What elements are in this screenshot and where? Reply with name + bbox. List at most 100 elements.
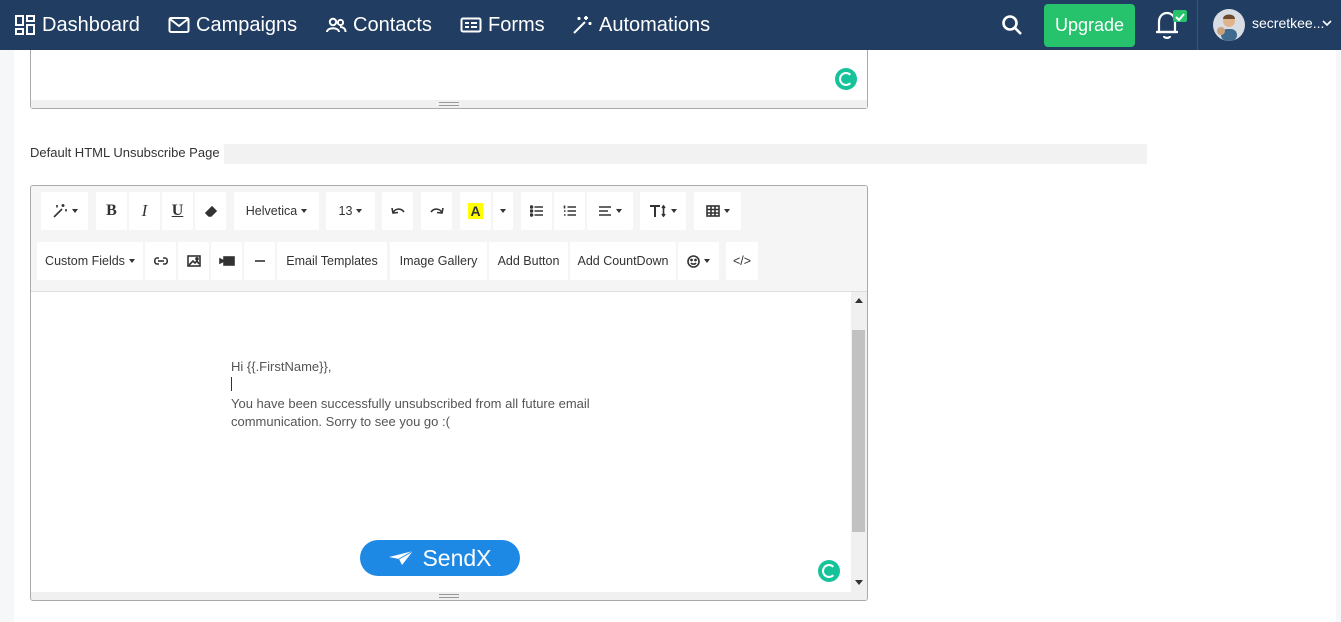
nav-dashboard[interactable]: Dashboard [14,0,140,50]
nav-forms[interactable]: Forms [460,0,545,50]
italic-button[interactable]: I [129,192,160,230]
scroll-up-arrow[interactable] [855,298,863,303]
redo-button[interactable] [421,192,452,230]
text-color-dropdown[interactable] [493,192,513,230]
font-size-dropdown[interactable]: 13 [326,192,375,230]
nav-automations-label: Automations [599,13,711,36]
underline-icon: U [171,202,184,219]
italic-icon: I [141,201,148,220]
add-button-label: Add Button [497,254,560,268]
custom-fields-dropdown[interactable]: Custom Fields [37,242,143,280]
bold-button[interactable]: B [96,192,127,230]
font-family-dropdown[interactable]: Helvetica [234,192,319,230]
user-name[interactable]: secretkee... [1252,15,1324,31]
undo-button[interactable] [382,192,413,230]
underline-button[interactable]: U [162,192,193,230]
link-button[interactable] [145,242,176,280]
code-view-button[interactable]: </> [726,242,758,280]
notifications-button[interactable] [1153,8,1189,42]
horizontal-rule-button[interactable] [244,242,275,280]
avatar-image [1217,14,1237,41]
add-countdown-label: Add CountDown [577,254,669,268]
nav-campaigns-label: Campaigns [196,13,298,36]
form-icon [460,17,482,33]
top-navbar: Dashboard Campaigns Contacts Forms Autom… [0,0,1341,50]
previous-editor[interactable] [30,50,868,109]
link-icon [153,257,168,265]
clear-format-button[interactable] [195,192,226,230]
scroll-down-arrow[interactable] [855,580,863,585]
sendx-logo: SendX [360,540,520,576]
paper-plane-icon [389,550,414,565]
add-button-button[interactable]: Add Button [489,242,568,280]
envelope-icon [168,17,190,33]
magic-wand-icon [52,204,67,218]
align-dropdown[interactable] [587,192,633,230]
check-icon [1175,13,1185,22]
emoji-dropdown[interactable] [678,242,719,280]
video-button[interactable] [211,242,242,280]
nav-forms-label: Forms [488,13,545,36]
align-icon [599,206,611,216]
caret-icon [71,209,78,213]
bold-icon: B [106,202,117,219]
greeting-text: Hi {{.FirstName}}, [231,359,332,374]
caret-icon [356,209,363,213]
people-icon [326,17,347,33]
nav-contacts-label: Contacts [353,13,432,36]
style-dropdown[interactable] [41,192,88,230]
scroll-thumb[interactable] [852,330,865,532]
editor-content[interactable]: Hi {{.FirstName}}, You have been success… [31,292,851,592]
text-color-icon: A [468,203,483,219]
image-gallery-button[interactable]: Image Gallery [390,242,487,280]
nav-dashboard-label: Dashboard [42,13,140,36]
search-icon[interactable] [1000,13,1024,37]
caret-icon [704,259,710,263]
resize-handle[interactable] [31,592,867,600]
eraser-icon [204,205,217,217]
text-color-button[interactable]: A [460,192,491,230]
sendx-logo-text: SendX [422,544,492,571]
caret-icon [616,209,622,213]
add-countdown-button[interactable]: Add CountDown [570,242,676,280]
text-height-icon [650,204,666,218]
unsubscribe-page-label: Default HTML Unsubscribe Page [30,145,220,160]
nav-contacts[interactable]: Contacts [325,0,432,50]
grip-icon [439,594,459,598]
avatar[interactable] [1213,9,1245,41]
check-badge [1173,10,1187,22]
grip-icon [439,102,459,106]
email-templates-label: Email Templates [286,254,378,268]
caret-icon [723,209,730,213]
image-button[interactable] [178,242,209,280]
bullet-list-icon [529,205,543,217]
line-height-dropdown[interactable] [640,192,686,230]
nav-automations[interactable]: Automations [571,0,710,50]
vertical-scrollbar[interactable] [851,292,867,592]
grammarly-icon[interactable] [818,560,840,582]
resize-handle[interactable] [31,100,867,108]
html-editor[interactable]: B I U Helvetica 13 A Custom Fields Email… [30,185,868,601]
table-dropdown[interactable] [694,192,741,230]
image-gallery-label: Image Gallery [399,254,478,268]
image-icon [186,255,201,267]
nav-divider [1197,0,1198,50]
upgrade-button[interactable]: Upgrade [1044,4,1135,47]
numbered-list-icon [563,205,576,216]
grammarly-icon[interactable] [835,68,857,90]
grid-icon [15,15,35,35]
email-templates-button[interactable]: Email Templates [277,242,387,280]
caret-icon [500,209,506,213]
undo-icon [390,207,405,214]
label-bar [224,144,1147,164]
page-content: Default HTML Unsubscribe Page B I U Helv… [14,50,1336,622]
unsubscribe-message: You have been successfully unsubscribed … [231,396,590,429]
numbered-list-button[interactable] [554,192,585,230]
chevron-down-icon[interactable] [1322,19,1332,27]
horizontal-rule-icon [254,260,265,262]
bullet-list-button[interactable] [521,192,552,230]
redo-icon [429,207,444,214]
caret-icon [301,209,308,213]
smiley-icon [687,254,700,268]
nav-campaigns[interactable]: Campaigns [168,0,297,50]
